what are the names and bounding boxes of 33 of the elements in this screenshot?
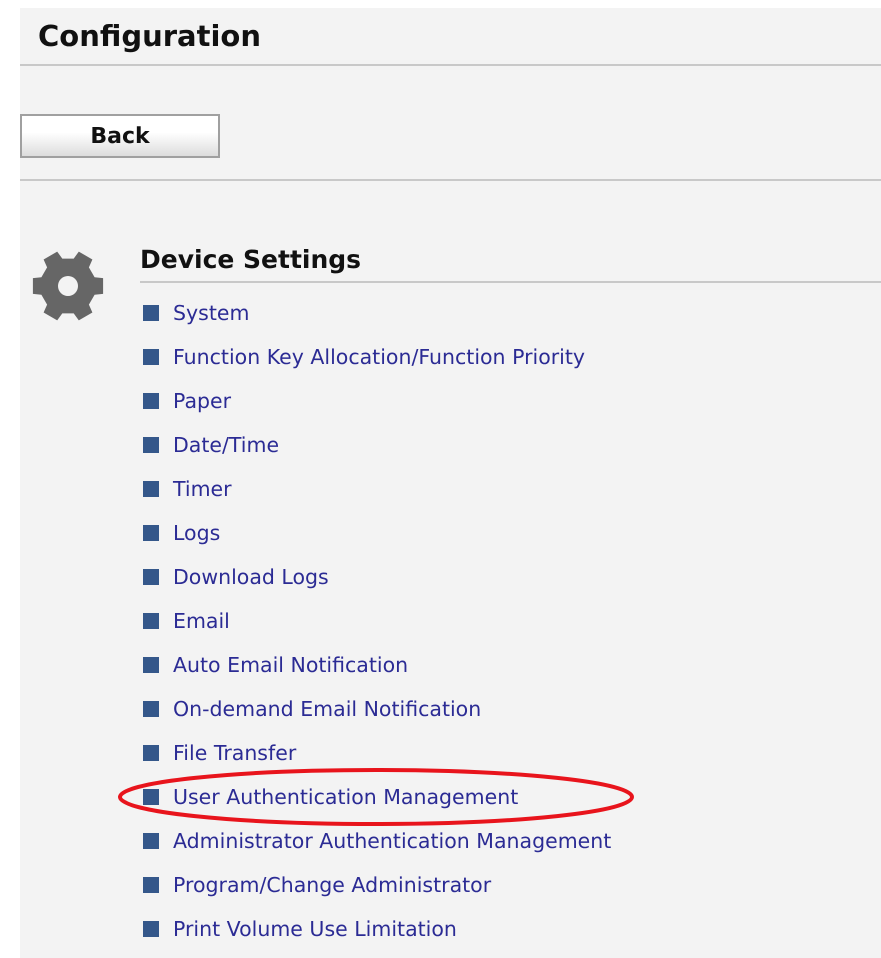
- bullet-icon: [143, 349, 159, 365]
- bullet-icon: [143, 525, 159, 541]
- bullet-icon: [143, 657, 159, 673]
- back-button[interactable]: Back: [20, 114, 220, 158]
- settings-link[interactable]: Paper: [173, 389, 232, 413]
- section-heading: Device Settings: [140, 245, 881, 283]
- bullet-icon: [143, 393, 159, 409]
- settings-link[interactable]: Timer: [173, 477, 232, 501]
- bullet-icon: [143, 305, 159, 321]
- settings-link[interactable]: Date/Time: [173, 433, 280, 457]
- settings-link[interactable]: Logs: [173, 521, 220, 545]
- bullet-icon: [143, 921, 159, 937]
- settings-link[interactable]: Program/Change Administrator: [173, 873, 492, 897]
- settings-link[interactable]: Download Logs: [173, 565, 329, 589]
- bullet-icon: [143, 569, 159, 585]
- bullet-icon: [143, 613, 159, 629]
- settings-link[interactable]: Administrator Authentication Management: [173, 829, 612, 853]
- settings-link[interactable]: Email: [173, 609, 230, 633]
- settings-link[interactable]: File Transfer: [173, 741, 296, 765]
- settings-link[interactable]: Auto Email Notification: [173, 653, 408, 677]
- settings-link[interactable]: On-demand Email Notification: [173, 697, 482, 721]
- bullet-icon: [143, 481, 159, 497]
- bullet-icon: [143, 437, 159, 453]
- bullet-icon: [143, 877, 159, 893]
- settings-link[interactable]: System: [173, 301, 250, 325]
- bullet-icon: [143, 701, 159, 717]
- bullet-icon: [143, 789, 159, 805]
- settings-link[interactable]: Print Volume Use Limitation: [173, 917, 457, 941]
- bullet-icon: [143, 833, 159, 849]
- bullet-icon: [143, 745, 159, 761]
- settings-link[interactable]: Function Key Allocation/Function Priority: [173, 345, 586, 369]
- page-title: Configuration: [37, 18, 262, 55]
- gear-icon: [30, 249, 106, 323]
